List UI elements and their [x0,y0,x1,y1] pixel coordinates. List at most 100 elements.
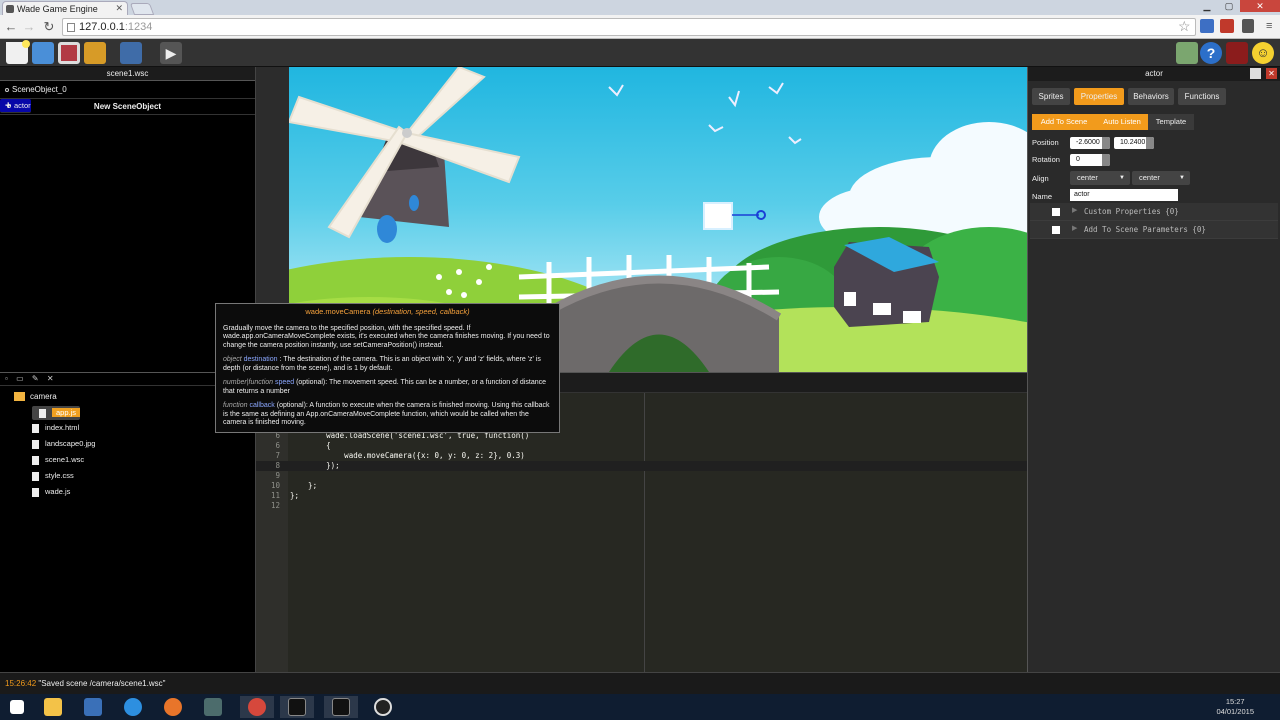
help-button[interactable]: ? [1200,42,1222,64]
folder-icon [14,392,25,402]
delete-icon[interactable]: ✕ [47,374,54,383]
file-label: index.html [45,423,80,432]
system-clock[interactable]: 15:27 04/01/2015 [1216,697,1254,717]
chevron-down-icon: ▼ [1179,175,1185,181]
spinner-icon[interactable] [1146,137,1154,149]
tab-behaviors[interactable]: Behaviors [1128,88,1174,105]
expand-arrow-icon[interactable]: ▶ [1072,206,1077,214]
tooltip-param-destination: object destination : The destination of … [223,356,541,372]
checkbox[interactable] [1052,208,1060,216]
terminal-icon[interactable] [280,696,314,718]
file-item[interactable]: wade.js [32,486,70,498]
open-folder-button[interactable] [32,42,54,64]
play-button[interactable]: ▶ [160,42,182,64]
code-line[interactable]: 7 wade.moveCamera({x: 0, y: 0, z: 2}, 0.… [256,451,1027,461]
custom-properties-row[interactable]: ▶ Custom Properties {0} [1030,203,1278,221]
firefox-icon[interactable] [156,696,190,718]
maximize-button[interactable]: ▢ [1218,0,1240,12]
extension-icon[interactable] [1220,19,1234,33]
folder-camera[interactable]: camera [4,390,57,404]
reload-icon[interactable]: ↻ [40,18,58,36]
tab-functions[interactable]: Functions [1178,88,1226,105]
properties-title: actor [1145,69,1163,78]
file-item[interactable]: scene1.wsc [32,454,84,466]
file-icon [39,408,46,418]
checkbox[interactable] [1052,226,1060,234]
folder-label: camera [30,392,57,401]
new-tab-button[interactable] [129,3,155,15]
code-line[interactable]: 6 { [256,441,1027,451]
tab-sprites[interactable]: Sprites [1032,88,1070,105]
forward-icon[interactable]: → [20,18,38,36]
tooltip-param-callback: function callback (optional): A function… [223,402,550,426]
url-input[interactable]: 127.0.0.1:1234 [62,18,1196,36]
position-x-input[interactable]: -2.6000 [1070,137,1110,149]
scene-object-item[interactable]: SceneObject_0 [0,81,255,99]
add-to-scene-button[interactable]: Add To Scene [1032,114,1096,130]
new-file-icon[interactable]: ▫ [5,374,8,383]
position-y-input[interactable]: 10.2400 [1114,137,1154,149]
auto-listen-button[interactable]: Auto Listen [1096,114,1148,130]
minimize-button[interactable]: ▁ [1196,0,1218,12]
name-label: Name [1032,192,1053,201]
code-line[interactable]: 11}; [256,491,1027,501]
new-file-button[interactable] [6,40,30,64]
save-button[interactable] [58,42,80,64]
scene-panel-title: scene1.wsc [0,67,255,81]
expand-arrow-icon[interactable]: ▶ [1072,224,1077,232]
code-line-active[interactable]: 8 }); [256,461,1027,471]
store-button[interactable] [1176,42,1198,64]
copy-icon[interactable] [1250,68,1261,79]
properties-panel: actor ✕ Sprites Properties Behaviors Fun… [1027,67,1280,672]
chrome-menu-icon[interactable]: ≡ [1266,20,1276,32]
open-folder-icon[interactable]: ▭ [16,374,24,383]
rotation-input[interactable]: 0 [1070,154,1110,166]
code-line[interactable]: 12 [256,501,1027,511]
file-icon [32,471,39,481]
explorer-icon[interactable] [36,696,70,718]
file-item[interactable]: index.html [32,422,79,434]
scene-parameters-row[interactable]: ▶ Add To Scene Parameters {0} [1030,221,1278,239]
file-item[interactable]: style.css [32,470,74,482]
file-label: scene1.wsc [45,455,85,464]
media-player-icon[interactable] [76,696,110,718]
file-label: app.js [52,408,81,417]
name-input[interactable]: actor [1070,189,1178,201]
spinner-icon[interactable] [1102,137,1110,149]
extension-icon[interactable] [1242,19,1254,33]
spinner-icon[interactable] [1102,154,1110,166]
app-icon[interactable] [196,696,230,718]
file-icon [32,439,39,449]
close-tab-icon[interactable]: ✕ [115,3,123,14]
move-tool-button[interactable] [120,42,142,64]
window-close-button[interactable]: ✕ [1240,0,1280,12]
rename-icon[interactable]: ✎ [32,374,39,383]
plus-icon: + [5,100,12,112]
file-item[interactable]: app.js [32,406,81,420]
close-icon[interactable]: ✕ [1266,68,1277,79]
obs-icon[interactable] [366,696,400,718]
terminal-icon[interactable] [324,696,358,718]
bookmark-star-icon[interactable]: ☆ [1178,18,1191,35]
file-item[interactable]: landscape0.jpg [32,438,95,450]
file-label: landscape0.jpg [45,439,96,448]
ie-icon[interactable] [116,696,150,718]
url-port: :1234 [124,21,153,33]
align-vertical-select[interactable]: center ▼ [1132,171,1190,185]
code-line[interactable]: 9 [256,471,1027,481]
extension-icon[interactable] [1200,19,1214,33]
tab-properties[interactable]: Properties [1074,88,1124,105]
new-scene-object-button[interactable]: + New SceneObject [0,99,255,115]
chrome-icon[interactable] [240,696,274,718]
start-button[interactable] [0,696,34,718]
align-horizontal-select[interactable]: center ▼ [1070,171,1130,185]
back-icon[interactable]: ← [2,18,20,36]
feedback-smile-button[interactable]: ☺ [1252,42,1274,64]
status-message: "Saved scene /camera/scene1.wsc" [36,679,166,688]
code-line[interactable]: 10 }; [256,481,1027,491]
file-label: wade.js [45,487,71,496]
deploy-button[interactable] [84,42,106,64]
mascot-button[interactable] [1226,42,1248,64]
browser-tab[interactable]: Wade Game Engine ✕ [2,1,128,15]
template-button[interactable]: Template [1148,114,1194,130]
